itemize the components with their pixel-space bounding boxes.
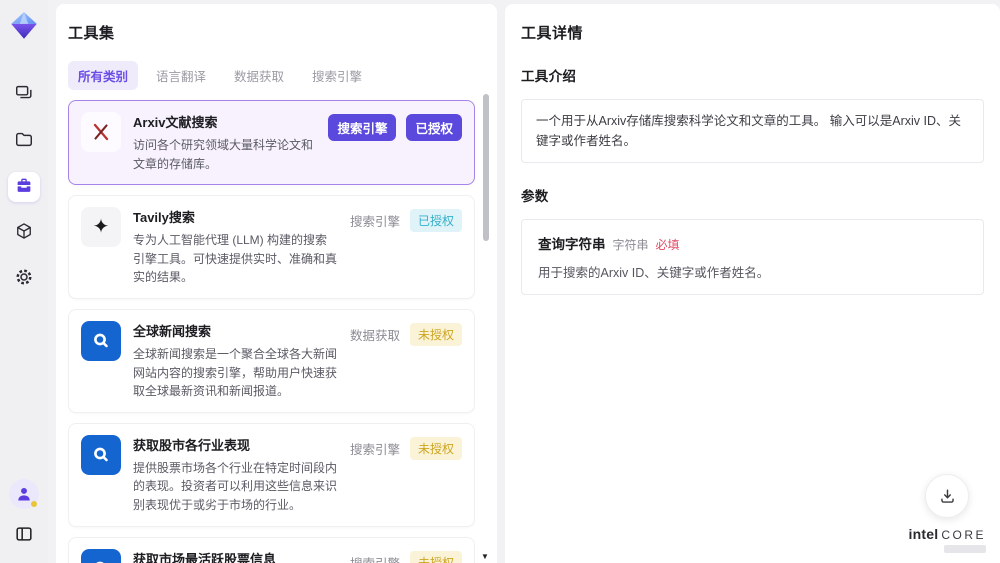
sparkle-icon: ✦ <box>92 216 110 239</box>
param-desc: 用于搜索的Arxiv ID、关键字或作者姓名。 <box>538 266 770 280</box>
app-logo-icon <box>8 10 40 42</box>
brand-sub-mark <box>944 545 986 553</box>
tool-auth-badge: 已授权 <box>409 209 462 233</box>
user-avatar[interactable] <box>9 479 39 509</box>
tool-name: 全球新闻搜索 <box>133 323 212 339</box>
tool-category-badge: 数据获取 <box>349 328 400 343</box>
cube-icon <box>14 221 34 246</box>
gear-icon <box>14 267 34 292</box>
page-title: 工具集 <box>68 25 115 42</box>
arxiv-logo-icon <box>90 121 112 143</box>
download-button[interactable] <box>925 474 970 518</box>
chat-icon <box>14 83 34 108</box>
tool-icon: ✦ <box>81 207 121 248</box>
corner-widgets: intel core <box>909 474 986 553</box>
scrollbar[interactable]: ▼ <box>481 92 489 561</box>
category-tab[interactable]: 数据获取 <box>224 61 294 90</box>
scrollbar-thumb[interactable] <box>483 94 489 241</box>
sidebar-item-chat[interactable] <box>8 80 40 110</box>
layout-panel-icon <box>14 524 34 549</box>
folder-icon <box>14 129 34 154</box>
details-title: 工具详情 <box>521 25 584 42</box>
tool-category-badge: 搜索引擎 <box>350 553 400 563</box>
download-icon <box>941 488 954 503</box>
tool-desc: 提供股票市场各个行业在特定时间段内的表现。投资者可以利用这些信息来识别表现优于或… <box>133 460 338 512</box>
tool-desc: 全球新闻搜索是一个聚合全球各大新闻网站内容的搜索引擎，帮助用户快速获取全球最新资… <box>133 346 338 399</box>
status-dot <box>31 501 37 507</box>
sidebar-item-settings[interactable] <box>8 264 40 294</box>
tool-card[interactable]: Arxiv文献搜索 访问各个研究领域大量科学论文和文章的存储库。 搜索引擎 已授… <box>68 100 475 186</box>
tool-card[interactable]: 获取市场最活跃股票信息 提供当天交易量最高的股票列表。投资者可以利用这些信息来识… <box>68 536 475 563</box>
brand-core: core <box>941 528 986 542</box>
tool-name: Arxiv文献搜索 <box>133 115 218 130</box>
tool-icon <box>81 112 121 152</box>
sidebar-item-tools[interactable] <box>8 172 40 202</box>
params-heading: 参数 <box>521 189 549 204</box>
category-tab[interactable]: 搜索引擎 <box>302 61 372 90</box>
tool-category-badge: 搜索引擎 <box>349 442 400 457</box>
param-name: 查询字符串 <box>538 237 606 252</box>
tool-name: 获取股市各行业表现 <box>133 437 251 453</box>
tool-auth-badge: 未授权 <box>409 322 462 346</box>
scroll-down-arrow[interactable]: ▼ <box>481 552 489 561</box>
tool-card[interactable]: 全球新闻搜索 全球新闻搜索是一个聚合全球各大新闻网站内容的搜索引擎，帮助用户快速… <box>68 308 475 413</box>
tool-details-panel: 工具详情 工具介绍 一个用于从Arxiv存储库搜索科学论文和文章的工具。 输入可… <box>505 4 1000 563</box>
toolbox-icon <box>14 175 34 200</box>
tool-icon <box>81 434 121 475</box>
tool-auth-badge: 已授权 <box>406 114 462 141</box>
tool-name: Tavily搜索 <box>133 210 195 226</box>
category-tab[interactable]: 语言翻译 <box>146 61 216 90</box>
tool-icon <box>81 320 121 361</box>
tool-auth-badge: 未授权 <box>409 436 462 460</box>
sidebar-item-files[interactable] <box>8 126 40 156</box>
tool-icon <box>81 548 121 563</box>
search-icon <box>81 320 121 361</box>
tool-intro-text: 一个用于从Arxiv存储库搜索科学论文和文章的工具。 输入可以是Arxiv ID… <box>521 99 984 163</box>
brand-intel: intel <box>908 526 939 542</box>
sidebar-toggle[interactable] <box>8 521 40 551</box>
sidebar-item-packages[interactable] <box>8 218 40 248</box>
intel-core-logo: intel core <box>909 526 986 542</box>
search-icon <box>81 548 121 563</box>
search-icon <box>81 434 121 475</box>
tool-auth-badge: 未授权 <box>409 550 462 563</box>
tool-name: 获取市场最活跃股票信息 <box>133 551 277 563</box>
category-tabs: 所有类别 语言翻译 数据获取 搜索引擎 <box>68 61 475 90</box>
tool-desc: 专为人工智能代理 (LLM) 构建的搜索引擎工具。可快速提供实时、准确和真实的结… <box>133 233 338 285</box>
tool-category-badge: 搜索引擎 <box>328 114 397 141</box>
category-tab[interactable]: 所有类别 <box>68 61 139 90</box>
params-list: 查询字符串 字符串 必填 用于搜索的Arxiv ID、关键字或作者姓名。 <box>521 219 984 295</box>
param-type: 字符串 <box>612 238 649 252</box>
intro-heading: 工具介绍 <box>521 69 577 84</box>
tool-list: Arxiv文献搜索 访问各个研究领域大量科学论文和文章的存储库。 搜索引擎 已授… <box>68 100 475 563</box>
param-card: 查询字符串 字符串 必填 用于搜索的Arxiv ID、关键字或作者姓名。 <box>521 219 984 295</box>
user-icon <box>18 487 30 501</box>
tool-category-badge: 搜索引擎 <box>349 215 400 230</box>
param-required-badge: 必填 <box>655 238 680 252</box>
tool-list-panel: 工具集 所有类别 语言翻译 数据获取 搜索引擎 Arxiv文献搜索 访问各个研究领域大… <box>56 4 497 563</box>
tool-card[interactable]: 获取股市各行业表现 提供股票市场各个行业在特定时间段内的表现。投资者可以利用这些… <box>68 422 475 527</box>
tool-card[interactable]: ✦ Tavily搜索 专为人工智能代理 (LLM) 构建的搜索引擎工具。可快速提… <box>68 195 475 299</box>
tool-desc: 访问各个研究领域大量科学论文和文章的存储库。 <box>133 138 314 171</box>
app-sidebar <box>0 0 48 563</box>
